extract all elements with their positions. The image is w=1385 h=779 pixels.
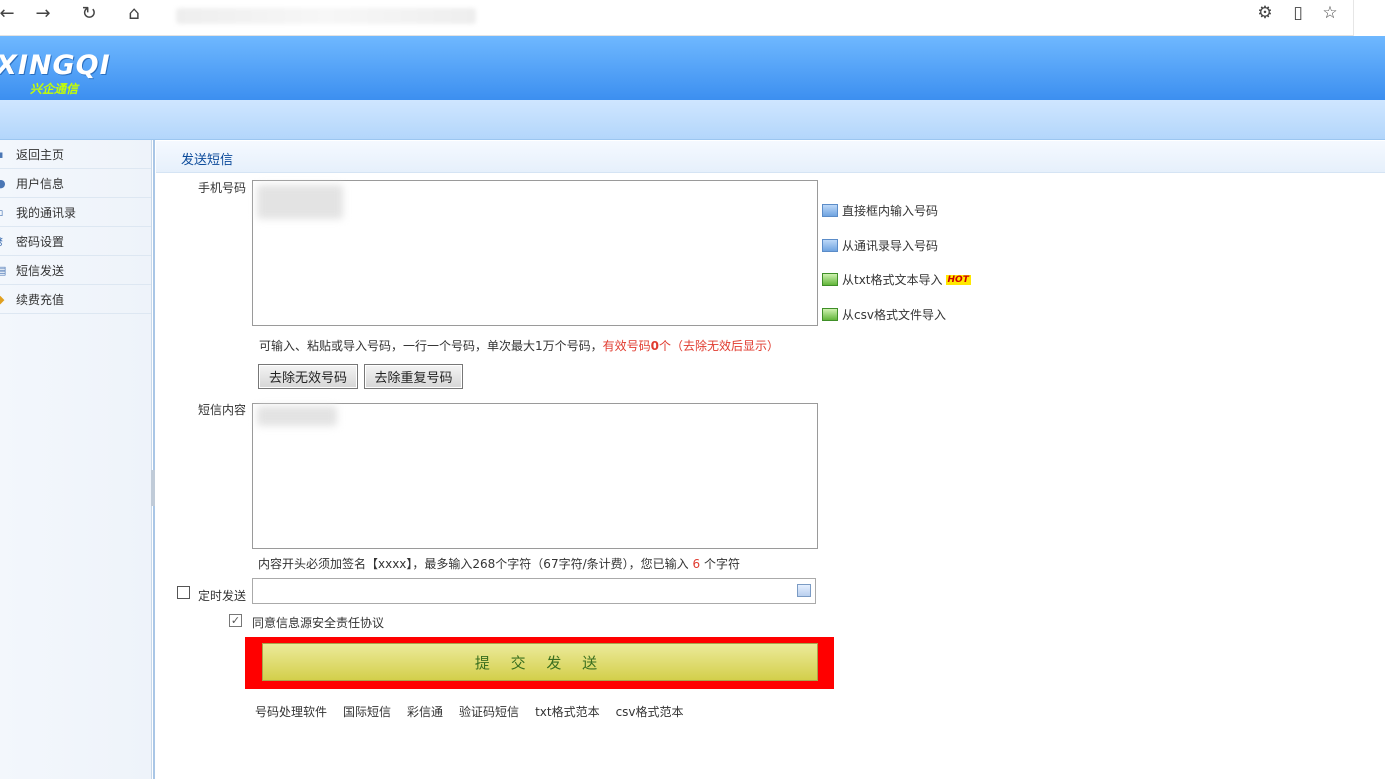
input-box-icon <box>822 204 838 217</box>
forward-icon[interactable]: → <box>28 0 58 26</box>
phone-hint: 可输入、粘贴或导入号码，一行一个号码，单次最大1万个号码，有效号码0个（去除无效… <box>259 337 779 354</box>
link-csv-sample[interactable]: csv格式范本 <box>616 703 684 720</box>
user-icon: ● <box>0 176 6 190</box>
sidebar-item-password[interactable]: ⚷ 密码设置 <box>0 227 151 256</box>
schedule-label: 定时发送 <box>197 589 246 603</box>
blurred-sms-content <box>257 406 337 426</box>
content-hint-text: 内容开头必须加签名【xxxx】，最多输入268个字符（67字符/条计费），您已输… <box>258 557 689 571</box>
import-arrow-icon <box>822 273 838 286</box>
agree-label: 同意信息源安全责任协议 <box>252 616 385 630</box>
content-hint: 内容开头必须加签名【xxxx】，最多输入268个字符（67字符/条计费），您已输… <box>258 555 740 572</box>
valid-count: 0 <box>650 339 660 353</box>
logo-subtitle: 兴企通信 <box>30 82 79 96</box>
link-import-csv[interactable]: 从csv格式文件导入 <box>822 306 946 323</box>
link-txt-sample[interactable]: txt格式范本 <box>535 703 600 720</box>
remove-duplicate-button[interactable]: 去除重复号码 <box>364 364 463 389</box>
calendar-icon[interactable] <box>797 584 811 597</box>
link-direct-input[interactable]: 直接框内输入号码 <box>822 202 938 219</box>
sidebar-splitter-handle[interactable] <box>151 470 155 506</box>
sidebar: ▪ 返回主页 ● 用户信息 ▫ 我的通讯录 ⚷ 密码设置 ▤ 短信发送 ◆ 续费… <box>0 140 152 779</box>
sidebar-item-label: 返回主页 <box>16 147 65 162</box>
valid-suffix: 个（去除无效后显示） <box>659 339 780 353</box>
sidebar-divider <box>153 140 155 779</box>
sidebar-item-label: 密码设置 <box>16 234 65 249</box>
page-title: 发送短信 <box>181 153 234 168</box>
address-bar[interactable] <box>172 2 1352 30</box>
link-import-txt[interactable]: 从txt格式文本导入 HOT <box>822 271 971 288</box>
reading-view-icon[interactable]: ▯ <box>1285 0 1311 26</box>
sidebar-item-label: 我的通讯录 <box>16 205 77 220</box>
sidebar-item-home[interactable]: ▪ 返回主页 <box>0 140 151 169</box>
url-text-blurred <box>176 8 476 24</box>
sidebar-item-sms-send[interactable]: ▤ 短信发送 <box>0 256 151 285</box>
agree-checkbox[interactable]: ✓ <box>229 614 242 627</box>
sidebar-item-user-info[interactable]: ● 用户信息 <box>0 169 151 198</box>
recharge-icon: ◆ <box>0 292 5 306</box>
link-label: 从txt格式文本导入 <box>842 273 943 287</box>
sub-header-bar <box>0 100 1385 140</box>
home-icon: ▪ <box>0 148 10 161</box>
sidebar-item-label: 用户信息 <box>16 176 65 191</box>
site-header: XINGQI 兴企通信 <box>0 36 1385 100</box>
phone-numbers-textarea[interactable] <box>252 180 818 326</box>
sms-content-textarea[interactable] <box>252 403 818 549</box>
favorite-icon[interactable]: ☆ <box>1317 0 1343 26</box>
schedule-checkbox[interactable] <box>177 586 190 599</box>
link-label: 直接框内输入号码 <box>842 204 939 218</box>
import-arrow-icon <box>822 308 838 321</box>
char-count: 6 <box>692 557 701 571</box>
link-label: 从csv格式文件导入 <box>842 308 946 322</box>
extensions-icon[interactable]: ⚙ <box>1252 0 1278 26</box>
link-number-tool[interactable]: 号码处理软件 <box>255 703 327 720</box>
content-hint-suffix: 个字符 <box>703 557 740 571</box>
blurred-phone-content <box>257 185 343 219</box>
main-title-bar: 发送短信 <box>156 141 1385 173</box>
link-mms[interactable]: 彩信通 <box>407 703 443 720</box>
reload-icon[interactable]: ↻ <box>74 0 104 26</box>
logo[interactable]: XINGQI <box>0 50 111 81</box>
phone-label: 手机号码 <box>197 181 246 195</box>
link-label: 从通讯录导入号码 <box>842 239 939 253</box>
footer-links: 号码处理软件 国际短信 彩信通 验证码短信 txt格式范本 csv格式范本 <box>255 703 700 720</box>
contacts-import-icon <box>822 239 838 252</box>
browser-toolbar: ← → ↻ ⌂ ⚙ ▯ ☆ <box>0 0 1385 36</box>
valid-label: 有效号码 <box>602 339 651 353</box>
hot-badge: HOT <box>945 274 971 285</box>
back-icon[interactable]: ← <box>0 0 22 26</box>
schedule-datetime-input[interactable] <box>252 578 816 604</box>
sidebar-item-label: 短信发送 <box>16 263 65 278</box>
scrollbar-top <box>1353 0 1385 36</box>
sms-icon: ▤ <box>0 263 7 277</box>
content-label: 短信内容 <box>197 403 246 417</box>
link-intl-sms[interactable]: 国际短信 <box>343 703 391 720</box>
submit-send-button[interactable]: 提 交 发 送 <box>262 643 818 681</box>
phone-hint-text: 可输入、粘贴或导入号码，一行一个号码，单次最大1万个号码， <box>259 339 603 353</box>
remove-invalid-button[interactable]: 去除无效号码 <box>258 364 358 389</box>
home-icon[interactable]: ⌂ <box>119 0 149 26</box>
link-import-contacts[interactable]: 从通讯录导入号码 <box>822 237 938 254</box>
link-verify-sms[interactable]: 验证码短信 <box>459 703 519 720</box>
sidebar-item-label: 续费充值 <box>16 292 65 307</box>
contacts-icon: ▫ <box>0 206 10 219</box>
key-icon: ⚷ <box>0 234 5 248</box>
sidebar-item-contacts[interactable]: ▫ 我的通讯录 <box>0 198 151 227</box>
sidebar-item-recharge[interactable]: ◆ 续费充值 <box>0 285 151 314</box>
